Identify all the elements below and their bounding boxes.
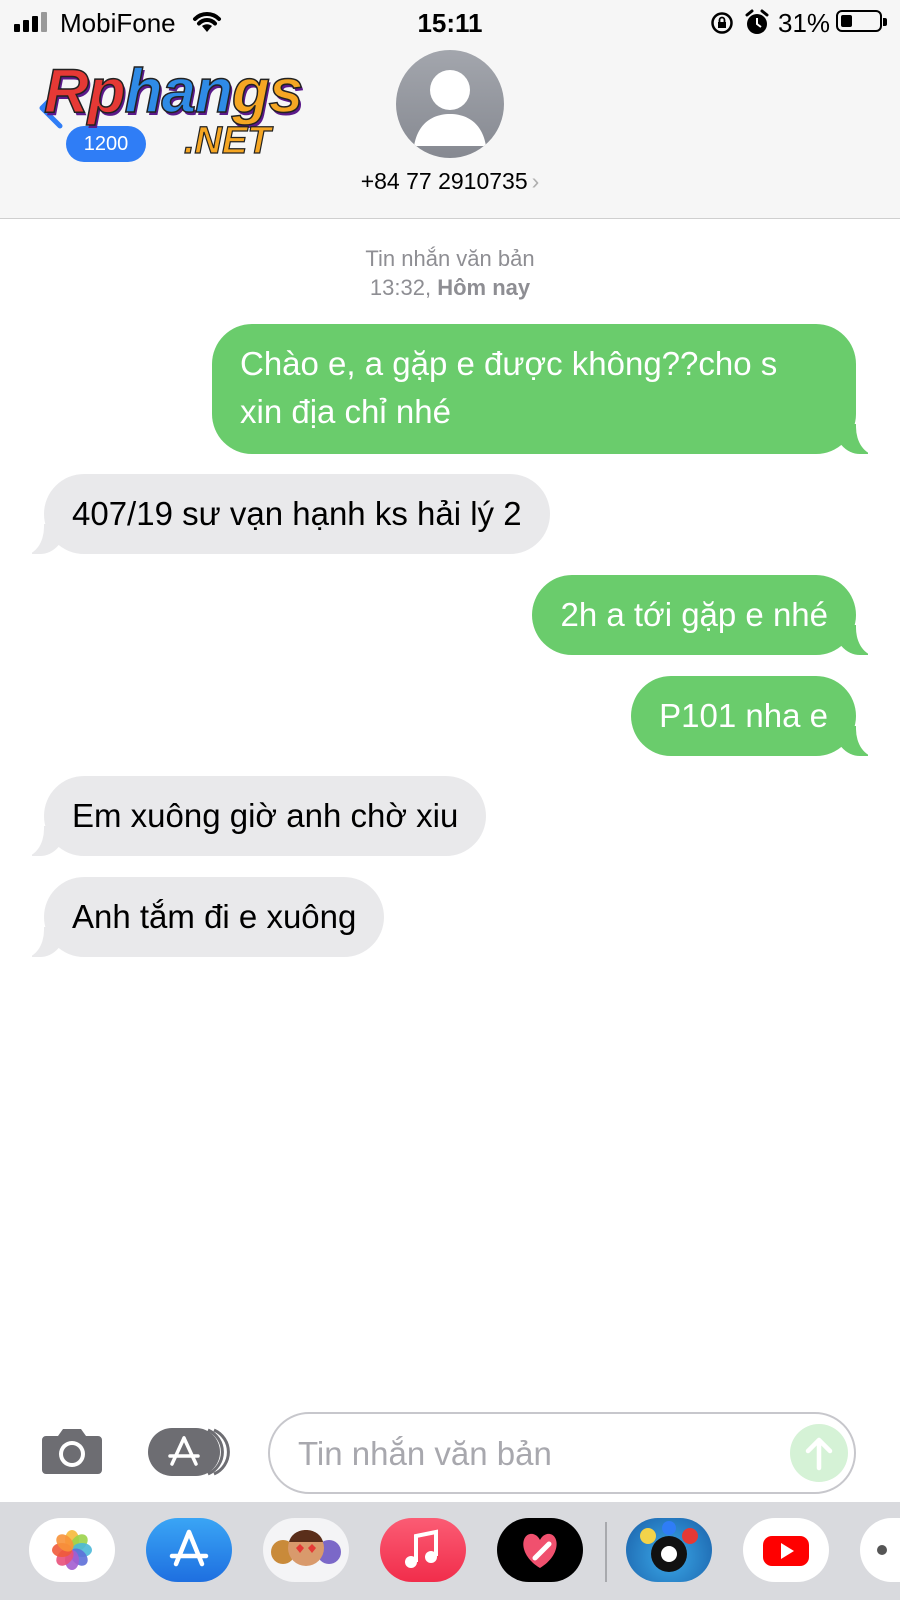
message-text: Em xuông giờ anh chờ xiu	[72, 797, 459, 834]
message-compose-field[interactable]	[268, 1412, 856, 1494]
message-type-label: Tin nhắn văn bản	[365, 246, 535, 271]
outgoing-message-bubble[interactable]: P101 nha e	[631, 676, 882, 757]
outgoing-message-bubble[interactable]: 2h a tới gặp e nhé	[532, 575, 882, 656]
contact-avatar[interactable]	[396, 50, 504, 158]
youtube-icon[interactable]	[743, 1518, 829, 1582]
person-placeholder-icon	[414, 70, 486, 146]
message-text: Chào e, a gặp e được không??cho s xin đị…	[240, 345, 778, 430]
message-text: Anh tắm đi e xuông	[72, 898, 357, 935]
incoming-message-bubble[interactable]: Anh tắm đi e xuông	[17, 877, 385, 958]
dock-divider	[605, 1522, 607, 1582]
music-icon[interactable]	[380, 1518, 466, 1582]
digital-touch-icon[interactable]	[497, 1518, 583, 1582]
message-text: P101 nha e	[659, 697, 828, 734]
contact-number-button[interactable]: +84 77 2910735 ›	[0, 168, 900, 195]
send-button[interactable]	[790, 1424, 848, 1482]
message-input[interactable]	[296, 1430, 780, 1478]
photos-icon[interactable]	[29, 1518, 115, 1582]
incoming-message-bubble[interactable]: 407/19 sư vạn hạnh ks hải lý 2	[18, 474, 550, 555]
camera-icon[interactable]	[40, 1426, 104, 1476]
chevron-left-icon	[39, 87, 63, 129]
more-apps-icon[interactable]	[860, 1518, 900, 1582]
memoji-icon[interactable]	[263, 1518, 349, 1582]
outgoing-message-bubble[interactable]: Chào e, a gặp e được không??cho s xin đị…	[212, 324, 882, 455]
alarm-icon	[745, 9, 769, 34]
message-text: 2h a tới gặp e nhé	[560, 596, 828, 633]
contact-number: +84 77 2910735	[360, 168, 528, 194]
message-time: 13:32,	[369, 275, 432, 300]
conversation-header: 1200 Rphangs .NET +84 77 2910735 ›	[0, 46, 900, 219]
app-drawer-button[interactable]	[148, 1426, 232, 1478]
message-timestamp: Tin nhắn văn bản 13:32, Hôm nay	[0, 244, 900, 302]
8-ball-pool-icon[interactable]	[626, 1518, 712, 1582]
unread-count-badge: 1200	[66, 126, 146, 162]
imessage-app-drawer	[0, 1502, 900, 1600]
battery-percentage: 31%	[778, 8, 831, 38]
back-button[interactable]: 1200	[36, 86, 146, 162]
message-text: 407/19 sư vạn hạnh ks hải lý 2	[72, 495, 522, 532]
arrow-up-icon	[805, 1437, 833, 1471]
incoming-message-bubble[interactable]: Em xuông giờ anh chờ xiu	[17, 776, 487, 857]
battery-icon	[836, 10, 887, 32]
message-day: Hôm nay	[437, 275, 531, 300]
chevron-right-icon: ›	[531, 168, 540, 194]
app-store-icon[interactable]	[146, 1518, 232, 1582]
status-bar: MobiFone 15:11 31%	[0, 0, 900, 46]
rotation-lock-icon	[711, 12, 733, 34]
